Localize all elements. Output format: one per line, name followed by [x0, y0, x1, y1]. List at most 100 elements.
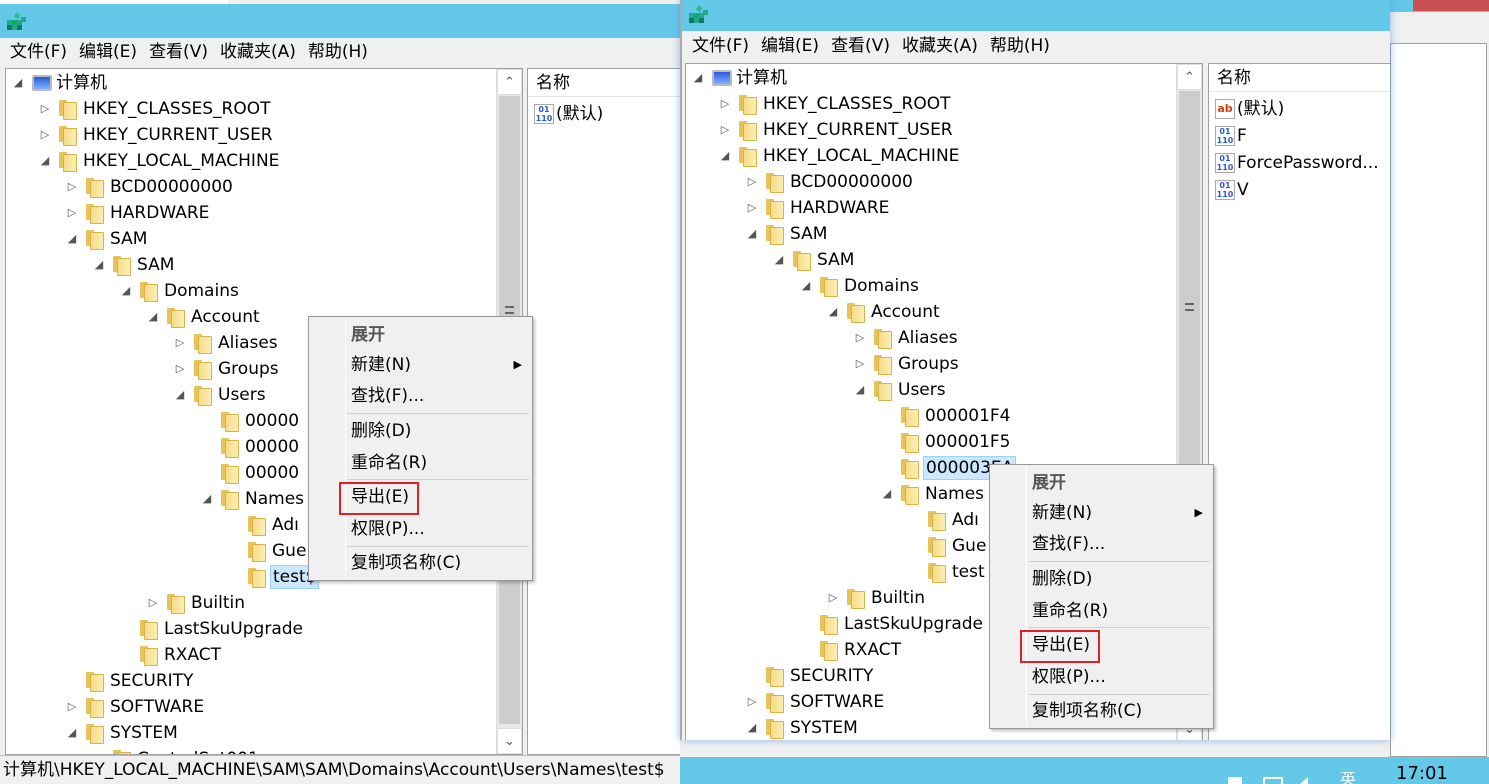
tree-node[interactable]: ◢ SAM [6, 227, 496, 251]
tree-node[interactable]: 000001F5 [686, 430, 1176, 454]
expanded-arrow-icon[interactable]: ◢ [881, 482, 893, 506]
expanded-arrow-icon[interactable]: ◢ [39, 149, 51, 173]
expanded-arrow-icon[interactable]: ◢ [93, 253, 105, 277]
tree-node[interactable]: ▷ HKEY_CURRENT_USER [686, 118, 1176, 142]
tree-node[interactable]: ▷ HKEY_CLASSES_ROOT [6, 97, 496, 121]
close-button[interactable] [1413, 0, 1489, 11]
menu-item-5[interactable]: 删除(D) [1032, 566, 1092, 592]
menu-item-5[interactable]: 删除(D) [351, 418, 411, 444]
tree-node[interactable]: ◢ SYSTEM [6, 721, 496, 745]
collapsed-arrow-icon[interactable]: ▷ [746, 196, 758, 220]
expanded-arrow-icon[interactable]: ◢ [773, 248, 785, 272]
expanded-arrow-icon[interactable]: ◢ [746, 716, 758, 740]
expanded-arrow-icon[interactable]: ◢ [66, 721, 78, 745]
expanded-arrow-icon[interactable]: ◢ [719, 144, 731, 168]
collapsed-arrow-icon[interactable]: ▷ [719, 92, 731, 116]
menu-item[interactable]: 编辑(E) [755, 32, 825, 60]
expanded-arrow-icon[interactable]: ◢ [174, 383, 186, 407]
tree-node[interactable]: ◢ 计算机 [686, 66, 1176, 90]
menu-item-6[interactable]: 重命名(R) [351, 450, 427, 476]
tree-node[interactable]: RXACT [6, 643, 496, 667]
collapsed-arrow-icon[interactable]: ▷ [66, 695, 78, 719]
collapsed-arrow-icon[interactable]: ▷ [39, 97, 51, 121]
expanded-arrow-icon[interactable]: ◢ [66, 227, 78, 251]
tree-node[interactable]: ◢ SAM [686, 248, 1176, 272]
tree-node[interactable]: ◢ 计算机 [6, 71, 496, 95]
tree-node[interactable]: ControlSet001 [6, 747, 496, 754]
tree-node[interactable]: ▷ Groups [686, 352, 1176, 376]
tree-node[interactable]: ▷ SOFTWARE [6, 695, 496, 719]
menu-item-3[interactable]: 查找(F)... [1032, 531, 1105, 557]
collapsed-arrow-icon[interactable]: ▷ [174, 357, 186, 381]
menu-item[interactable]: 编辑(E) [73, 38, 143, 66]
tray-network-icon[interactable] [1263, 777, 1283, 784]
tree-node[interactable]: ◢ HKEY_LOCAL_MACHINE [6, 149, 496, 173]
value-row[interactable]: 01 110 V [1215, 177, 1249, 203]
tray-ime-indicator[interactable]: 英 [1340, 772, 1356, 784]
menu-item[interactable]: 文件(F) [686, 32, 755, 60]
menu-item[interactable]: 帮助(H) [302, 38, 374, 66]
tree-node[interactable]: ▷ BCD00000000 [686, 170, 1176, 194]
collapsed-arrow-icon[interactable]: ▷ [39, 123, 51, 147]
expanded-arrow-icon[interactable]: ◢ [12, 71, 24, 95]
menu-item[interactable]: 帮助(H) [984, 32, 1056, 60]
tree-node[interactable]: ▷ Aliases [686, 326, 1176, 350]
menu-item-2[interactable]: 新建(N) [351, 352, 411, 378]
collapsed-arrow-icon[interactable]: ▷ [147, 591, 159, 615]
tree-node[interactable]: ◢ Account [686, 300, 1176, 324]
title-bar[interactable] [0, 4, 680, 38]
value-row[interactable]: 01 110 ForcePassword... [1215, 150, 1379, 176]
tree-node[interactable]: ▷ HKEY_CURRENT_USER [6, 123, 496, 147]
expanded-arrow-icon[interactable]: ◢ [827, 300, 839, 324]
tree-node[interactable]: ▷ HARDWARE [6, 201, 496, 225]
value-row[interactable]: 01 110 (默认) [534, 101, 603, 127]
collapsed-arrow-icon[interactable]: ▷ [746, 690, 758, 714]
menu-item[interactable]: 查看(V) [143, 38, 214, 66]
tree-node[interactable]: ◢ SAM [6, 253, 496, 277]
value-row[interactable]: ab (默认) [1215, 96, 1284, 122]
collapsed-arrow-icon[interactable]: ▷ [827, 586, 839, 610]
menu-item[interactable]: 文件(F) [4, 38, 73, 66]
collapsed-arrow-icon[interactable]: ▷ [854, 326, 866, 350]
tray-flag-icon[interactable] [1228, 777, 1242, 784]
scroll-down-button[interactable]: ⌄ [497, 728, 522, 754]
tree-node[interactable]: ▷ BCD00000000 [6, 175, 496, 199]
tree-node[interactable]: ◢ Users [686, 378, 1176, 402]
menu-item-2[interactable]: 新建(N) [1032, 500, 1092, 526]
column-header-name[interactable]: 名称 [1209, 64, 1390, 92]
expanded-arrow-icon[interactable]: ◢ [201, 487, 213, 511]
value-row[interactable]: 01 110 F [1215, 123, 1247, 149]
tree-node[interactable]: ◢ HKEY_LOCAL_MACHINE [686, 144, 1176, 168]
menu-item[interactable]: 查看(V) [825, 32, 896, 60]
expanded-arrow-icon[interactable]: ◢ [800, 274, 812, 298]
tree-node[interactable]: ◢ Domains [686, 274, 1176, 298]
expanded-arrow-icon[interactable]: ◢ [120, 279, 132, 303]
menu-item-3[interactable]: 查找(F)... [351, 383, 424, 409]
collapsed-arrow-icon[interactable]: ▷ [66, 175, 78, 199]
tree-node[interactable]: SECURITY [6, 669, 496, 693]
expanded-arrow-icon[interactable]: ◢ [746, 222, 758, 246]
expanded-arrow-icon[interactable]: ◢ [692, 66, 704, 90]
menu-item[interactable]: 收藏夹(A) [896, 32, 984, 60]
expanded-arrow-icon[interactable]: ◢ [147, 305, 159, 329]
collapsed-arrow-icon[interactable]: ▷ [719, 118, 731, 142]
collapsed-arrow-icon[interactable]: ▷ [746, 170, 758, 194]
collapsed-arrow-icon[interactable]: ▷ [174, 331, 186, 355]
tree-node[interactable]: ◢ SAM [686, 222, 1176, 246]
title-bar[interactable] [682, 0, 1390, 31]
tree-node[interactable]: 000001F4 [686, 404, 1176, 428]
tree-node[interactable]: ◢ Domains [6, 279, 496, 303]
menu-item-1[interactable]: 展开 [1032, 470, 1066, 496]
tree-node[interactable]: ▷ HARDWARE [686, 196, 1176, 220]
menu-item-6[interactable]: 重命名(R) [1032, 598, 1108, 624]
menu-item[interactable]: 收藏夹(A) [214, 38, 302, 66]
menu-item-9[interactable]: 权限(P)... [1032, 664, 1106, 690]
scroll-up-button[interactable]: ⌃ [497, 69, 522, 95]
expanded-arrow-icon[interactable]: ◢ [854, 378, 866, 402]
scroll-up-button[interactable]: ⌃ [1177, 64, 1202, 90]
column-header-name[interactable]: 名称 [528, 69, 680, 97]
menu-item-11[interactable]: 复制项名称(C) [351, 550, 461, 576]
menu-item-9[interactable]: 权限(P)... [351, 516, 425, 542]
tray-volume-icon[interactable] [1300, 777, 1308, 784]
collapsed-arrow-icon[interactable]: ▷ [854, 352, 866, 376]
